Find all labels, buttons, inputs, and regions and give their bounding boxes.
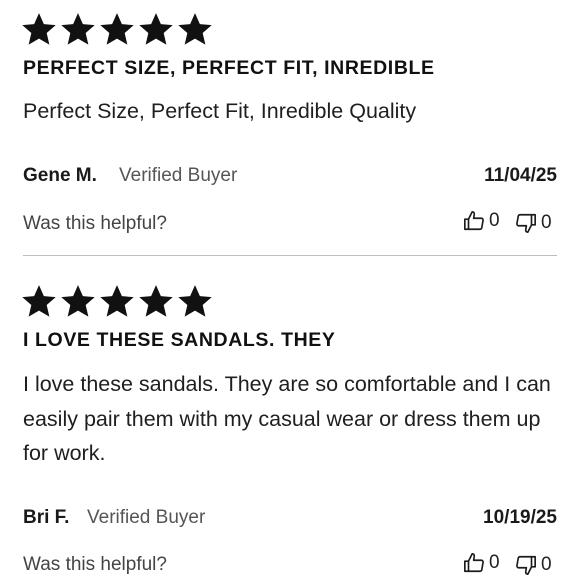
thumbs-up-icon (464, 211, 484, 231)
review-body: Perfect Size, Perfect Fit, Inredible Qua… (23, 99, 417, 123)
upvote-count: 0 (489, 210, 500, 231)
review-date: 10/19/25 (483, 507, 557, 528)
star-icon (178, 285, 212, 317)
downvote-button[interactable]: 0 (515, 554, 552, 576)
review-title: PERFECT SIZE, PERFECT FIT, INREDIBLE (23, 57, 435, 79)
downvote-count: 0 (541, 212, 552, 233)
star-rating (21, 284, 213, 318)
upvote-button[interactable]: 0 (463, 210, 500, 232)
upvote-button[interactable]: 0 (463, 552, 500, 574)
review-title: I LOVE THESE SANDALS. THEY (23, 329, 336, 351)
thumbs-down-icon (516, 555, 536, 575)
star-icon (22, 13, 56, 45)
star-icon (61, 13, 95, 45)
star-icon (22, 285, 56, 317)
star-rating (21, 12, 213, 46)
review-body: I love these sandals. They are so comfor… (23, 372, 551, 465)
review-divider (23, 255, 557, 256)
verified-badge: Verified Buyer (119, 165, 238, 186)
thumbs-up-icon (464, 553, 484, 573)
star-icon (100, 13, 134, 45)
star-icon (61, 285, 95, 317)
star-icon (139, 13, 173, 45)
downvote-count: 0 (541, 554, 552, 575)
star-icon (139, 285, 173, 317)
upvote-count: 0 (489, 552, 500, 573)
review-date: 11/04/25 (484, 165, 557, 186)
thumbs-down-icon (516, 213, 536, 233)
downvote-button[interactable]: 0 (515, 212, 552, 234)
reviewer-name: Bri F. (23, 507, 70, 528)
reviewer-name: Gene M. (23, 165, 97, 186)
star-icon (178, 13, 212, 45)
star-icon (100, 285, 134, 317)
verified-badge: Verified Buyer (87, 507, 206, 528)
helpful-prompt: Was this helpful? (23, 213, 167, 234)
helpful-prompt: Was this helpful? (23, 554, 167, 575)
